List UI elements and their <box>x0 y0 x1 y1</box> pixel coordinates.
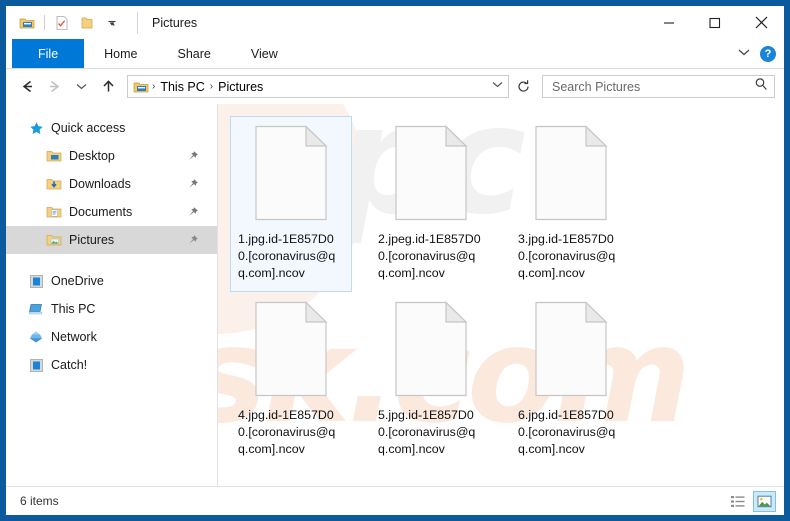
tab-file[interactable]: File <box>12 39 85 68</box>
folder-pictures-icon <box>46 232 62 248</box>
toolbar-separator <box>44 15 45 30</box>
sidebar-item-downloads[interactable]: Downloads <box>6 170 217 198</box>
minimize-button[interactable] <box>646 6 692 39</box>
recent-locations-chevron-icon[interactable] <box>69 75 94 99</box>
sidebar-item-label: Documents <box>69 205 133 219</box>
breadcrumb-item-this-pc[interactable]: This PC <box>156 80 208 94</box>
network-icon <box>28 329 44 345</box>
maximize-button[interactable] <box>692 6 738 39</box>
pin-icon[interactable] <box>187 205 199 223</box>
breadcrumb-item-pictures[interactable]: Pictures <box>214 80 267 94</box>
file-item[interactable]: 3.jpg.id-1E857D00.[coronavirus@qq.com].n… <box>510 116 632 292</box>
file-item[interactable]: 2.jpeg.id-1E857D00.[coronavirus@qq.com].… <box>370 116 492 292</box>
forward-arrow-icon <box>42 75 67 99</box>
back-arrow-icon[interactable] <box>15 75 40 99</box>
ribbon-right-controls: ? <box>737 39 776 69</box>
title-bar: Pictures <box>6 6 784 39</box>
chevron-down-icon[interactable] <box>737 45 751 64</box>
file-grid: 1.jpg.id-1E857D00.[coronavirus@qq.com].n… <box>230 116 784 468</box>
sidebar-item-label: Downloads <box>69 177 131 191</box>
sidebar-item-label: Pictures <box>69 233 115 247</box>
large-icons-view-button[interactable] <box>753 490 776 512</box>
window-controls <box>646 6 784 39</box>
breadcrumb-tail <box>491 78 504 96</box>
star-icon <box>28 120 44 136</box>
sidebar-item-desktop[interactable]: Desktop <box>6 142 217 170</box>
file-item[interactable]: 4.jpg.id-1E857D00.[coronavirus@qq.com].n… <box>230 292 352 468</box>
this-pc-icon <box>28 301 44 317</box>
file-item[interactable]: 5.jpg.id-1E857D00.[coronavirus@qq.com].n… <box>370 292 492 468</box>
properties-icon[interactable] <box>51 12 73 34</box>
tab-share[interactable]: Share <box>158 39 231 68</box>
file-name: 6.jpg.id-1E857D00.[coronavirus@qq.com].n… <box>518 408 616 456</box>
generic-file-icon <box>534 301 608 397</box>
quick-access-toolbar <box>6 12 123 34</box>
address-bar: › This PC › Pictures Search Pictures <box>6 69 784 104</box>
folder-downloads-icon <box>46 176 62 192</box>
sidebar-item-this-pc[interactable]: This PC <box>6 295 217 323</box>
sidebar-item-onedrive[interactable]: OneDrive <box>6 267 217 295</box>
explorer-icon[interactable] <box>16 12 38 34</box>
pin-icon[interactable] <box>187 177 199 195</box>
sidebar-item-label: Catch! <box>51 358 88 372</box>
breadcrumb-folder-icon <box>133 79 149 95</box>
window-title: Pictures <box>137 11 197 34</box>
file-name: 3.jpg.id-1E857D00.[coronavirus@qq.com].n… <box>518 232 616 280</box>
search-input[interactable]: Search Pictures <box>542 75 775 98</box>
file-name: 1.jpg.id-1E857D00.[coronavirus@qq.com].n… <box>238 232 336 280</box>
pin-icon[interactable] <box>187 233 199 251</box>
ribbon-tab-bar: File Home Share View ? <box>6 39 784 69</box>
file-name: 5.jpg.id-1E857D00.[coronavirus@qq.com].n… <box>378 408 476 456</box>
explorer-body: pc risk.com Quick access <box>6 104 784 486</box>
help-icon[interactable]: ? <box>760 46 776 62</box>
up-arrow-icon[interactable] <box>96 75 121 99</box>
sidebar-item-network[interactable]: Network <box>6 323 217 351</box>
tab-home[interactable]: Home <box>84 39 157 68</box>
sidebar-item-label: Network <box>51 330 97 344</box>
file-name: 2.jpeg.id-1E857D00.[coronavirus@qq.com].… <box>378 232 481 280</box>
breadcrumb[interactable]: › This PC › Pictures <box>127 75 509 98</box>
file-list-pane[interactable]: 1.jpg.id-1E857D00.[coronavirus@qq.com].n… <box>218 104 784 486</box>
sidebar-item-label: This PC <box>51 302 96 316</box>
navigation-pane: Quick access Desktop Downloads Documents… <box>6 104 218 486</box>
explorer-window: Pictures File Home Share View ? › This P… <box>5 5 785 516</box>
sidebar-item-documents[interactable]: Documents <box>6 198 217 226</box>
catch-drive-icon <box>28 357 44 373</box>
generic-file-icon <box>254 301 328 397</box>
status-bar: 6 items <box>6 486 784 515</box>
tab-view[interactable]: View <box>231 39 298 68</box>
sidebar-item-label: Desktop <box>69 149 115 163</box>
address-dropdown-icon[interactable] <box>491 78 504 96</box>
generic-file-icon <box>394 125 468 221</box>
generic-file-icon <box>254 125 328 221</box>
sidebar-group-label: Quick access <box>51 121 126 135</box>
generic-file-icon <box>394 301 468 397</box>
new-folder-icon[interactable] <box>76 12 98 34</box>
file-item[interactable]: 6.jpg.id-1E857D00.[coronavirus@qq.com].n… <box>510 292 632 468</box>
sidebar-item-catch[interactable]: Catch! <box>6 351 217 379</box>
item-count-label: 6 items <box>20 494 59 508</box>
search-icon[interactable] <box>754 77 768 96</box>
refresh-icon[interactable] <box>511 75 536 99</box>
customize-chevron-icon[interactable] <box>101 12 123 34</box>
file-name: 4.jpg.id-1E857D00.[coronavirus@qq.com].n… <box>238 408 336 456</box>
generic-file-icon <box>534 125 608 221</box>
pin-icon[interactable] <box>187 149 199 167</box>
folder-desktop-icon <box>46 148 62 164</box>
details-view-button[interactable] <box>726 491 749 512</box>
view-buttons <box>726 490 776 512</box>
sidebar-item-label: OneDrive <box>51 274 104 288</box>
sidebar-group-quick-access[interactable]: Quick access <box>6 114 217 142</box>
close-button[interactable] <box>738 6 784 39</box>
folder-documents-icon <box>46 204 62 220</box>
onedrive-icon <box>28 273 44 289</box>
file-item[interactable]: 1.jpg.id-1E857D00.[coronavirus@qq.com].n… <box>230 116 352 292</box>
search-placeholder: Search Pictures <box>552 79 641 94</box>
sidebar-item-pictures[interactable]: Pictures <box>6 226 217 254</box>
